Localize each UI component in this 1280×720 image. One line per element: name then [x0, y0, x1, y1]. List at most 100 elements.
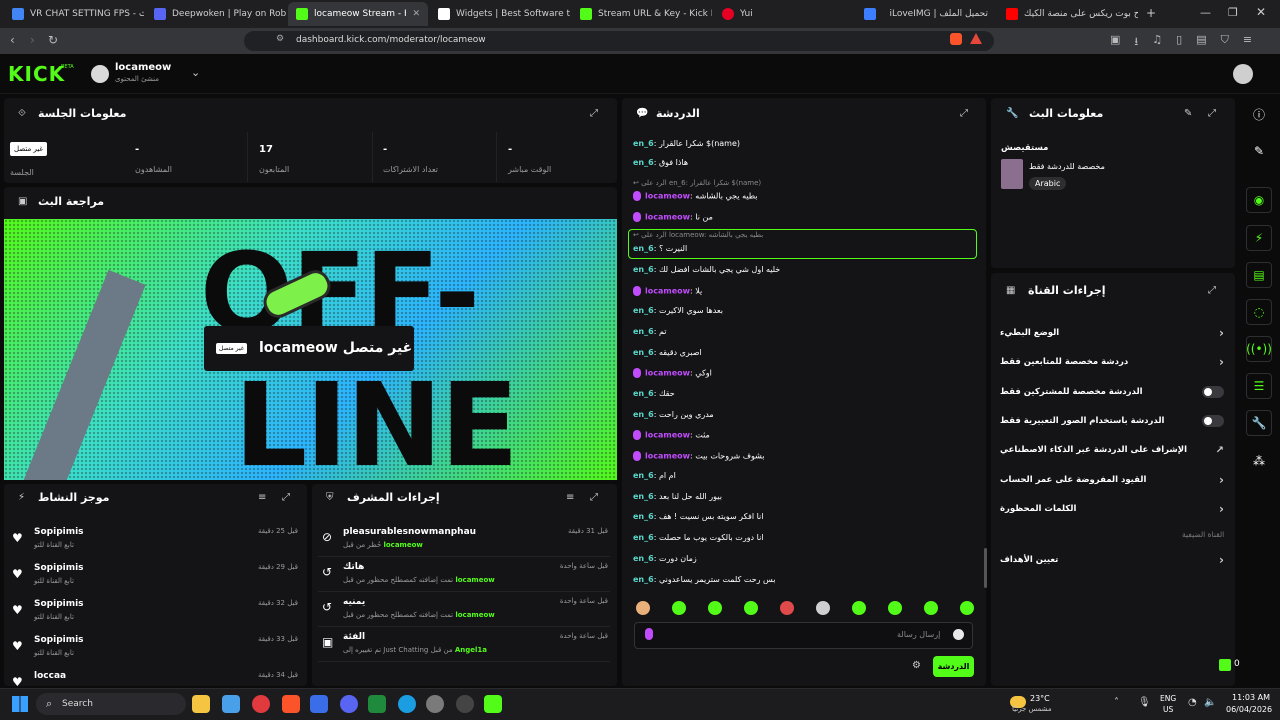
host-row[interactable]: › تعيين الأهداف — [1000, 550, 1224, 570]
reload-icon[interactable]: ↻ — [48, 33, 58, 47]
activity-item[interactable]: ♥ Sopipimis تابع القناة للتو قبل 33 دقيقة — [10, 635, 300, 665]
record-app-icon[interactable] — [252, 695, 270, 713]
emote-happy-icon[interactable] — [960, 601, 974, 615]
chat-username[interactable]: en_6 — [633, 139, 654, 148]
tab-search-icon[interactable]: ▣ — [1110, 33, 1120, 52]
chevron-down-icon[interactable]: ⌄ — [191, 66, 200, 79]
toggle-switch[interactable] — [1202, 385, 1224, 398]
browser-tab[interactable]: iLoveIMG | تحميل الملف — [856, 2, 996, 26]
filter-icon[interactable]: ≡ — [566, 492, 574, 503]
send-chat-button[interactable]: الدردشة — [933, 656, 974, 677]
modaction-item[interactable]: ↺ هاتك تمت إضافته كمصطلح محظور من قبل loca… — [318, 562, 610, 592]
wallet-icon[interactable]: ▤ — [1196, 33, 1206, 52]
chevron-up-icon[interactable]: ˄ — [1114, 697, 1119, 708]
camera-icon[interactable]: ◉ — [1246, 187, 1272, 213]
channel-action-row[interactable]: › دردشة مخصصة للمتابعين فقط — [1000, 352, 1224, 372]
browser-tab[interactable]: Yui — [714, 2, 854, 26]
chat-username[interactable]: en_6 — [633, 410, 654, 419]
forward-icon[interactable]: › — [30, 33, 35, 47]
chat-message[interactable]: en_6: بيور الله حل لنا بعد — [633, 492, 978, 501]
settings-icon[interactable] — [426, 695, 444, 713]
chat-username[interactable]: locameow — [645, 452, 690, 461]
modaction-user[interactable]: locameow — [383, 541, 422, 549]
activity-item[interactable]: ♥ Sopipimis تابع القناة للتو قبل 32 دقيقة — [10, 599, 300, 629]
chat-username[interactable]: en_6 — [633, 265, 654, 274]
activity-item[interactable]: ♥ Sopipimis تابع القناة للتو قبل 25 دقيقة — [10, 527, 300, 557]
chat-username[interactable]: en_6 — [633, 554, 654, 563]
chat-message[interactable]: locameow: بشوف شروحات بيت — [633, 451, 978, 461]
apps-icon[interactable]: ⁂ — [1246, 448, 1272, 474]
chat-message[interactable]: en_6: تم — [633, 327, 978, 336]
emote-angry-icon[interactable] — [780, 601, 794, 615]
modaction-user[interactable]: locameow — [455, 576, 494, 584]
chat-username[interactable]: locameow — [645, 287, 690, 296]
browser-tab[interactable]: شرح بوت ريكس على منصة الكيك — [998, 2, 1138, 26]
chat-username[interactable]: locameow — [645, 369, 690, 378]
chat-username[interactable]: en_6 — [633, 471, 654, 480]
chat-message[interactable]: locameow: اوكي — [633, 368, 978, 378]
steam-icon[interactable] — [456, 695, 474, 713]
chat-message[interactable]: en_6: انا افكر سويته بس نسيت ! هف — [633, 512, 978, 521]
emote-hat-icon[interactable] — [708, 601, 722, 615]
chat-scrollbar[interactable] — [984, 548, 987, 588]
expand-icon[interactable]: ⤢ — [960, 108, 968, 119]
modaction-user[interactable]: locameow — [455, 611, 494, 619]
chat-message[interactable]: en_6: ام ام — [633, 471, 978, 480]
tools-icon[interactable]: 🔧 — [1246, 410, 1272, 436]
app-icon[interactable] — [310, 695, 328, 713]
chat-username[interactable]: en_6 — [633, 306, 654, 315]
vpn-icon[interactable]: ⛉ — [1221, 33, 1229, 52]
new-tab-icon[interactable]: + — [1146, 6, 1156, 20]
chat-username[interactable]: locameow — [645, 431, 690, 440]
chat-message[interactable]: locameow: من نا — [633, 212, 978, 222]
kick-logo[interactable]: KICK — [8, 62, 65, 86]
file-explorer-icon[interactable] — [192, 695, 210, 713]
edit-icon[interactable]: ✎ — [1246, 138, 1272, 164]
modaction-item[interactable]: ↺ يمنيه تمت إضافته كمصطلح محظور من قبل loc… — [318, 597, 610, 627]
url-text[interactable]: dashboard.kick.com/moderator/locameow — [296, 35, 486, 45]
edit-pencil-icon[interactable]: ✎ — [1184, 108, 1192, 119]
emote-wave-icon[interactable] — [888, 601, 902, 615]
modaction-item[interactable]: ▣ الفئة تم تغييره إلى Just Chatting من قبل… — [318, 632, 610, 662]
chat-message[interactable]: locameow: مثت — [633, 430, 978, 440]
chat-message[interactable]: en_6: حقك — [633, 389, 978, 398]
chat-username[interactable]: locameow — [645, 213, 690, 222]
back-icon[interactable]: ‹ — [10, 33, 15, 47]
emote-robot-icon[interactable] — [816, 601, 830, 615]
chat-message[interactable]: en_6: انا دورت بالكوت يوب ما حصلت — [633, 533, 978, 542]
emote-smile-icon[interactable] — [852, 601, 866, 615]
menu-icon[interactable]: ≡ — [1243, 33, 1252, 52]
expand-icon[interactable]: ⤢ — [590, 108, 598, 119]
chat-message[interactable]: locameow: بطيه يجي بالشاشه — [633, 191, 978, 201]
download-icon[interactable]: ⭳ — [1134, 33, 1138, 52]
chat-icon[interactable]: ◌ — [1246, 299, 1272, 325]
edge-icon[interactable] — [398, 695, 416, 713]
close-tab-icon[interactable]: ✕ — [412, 9, 420, 19]
taskbar-search[interactable] — [36, 693, 186, 715]
chat-username[interactable]: en_6 — [633, 533, 654, 542]
modaction-user[interactable]: Angel1a — [455, 646, 487, 654]
wifi-icon[interactable]: ◔ — [1188, 697, 1197, 708]
discord-icon[interactable] — [340, 695, 358, 713]
chat-message[interactable]: en_6: النيرت ؟ — [633, 244, 978, 253]
chat-message[interactable]: en_6: اصبري دقيقه — [633, 348, 978, 357]
chat-username[interactable]: en_6 — [633, 158, 654, 167]
expand-icon[interactable]: ⤢ — [1208, 108, 1216, 119]
browser-tab[interactable]: Deepwoken | Play on Roblox — [146, 2, 286, 26]
chat-username[interactable]: en_6 — [633, 244, 654, 253]
lang-bottom[interactable]: US — [1163, 705, 1173, 714]
clock-time[interactable]: 11:03 AM — [1232, 693, 1270, 702]
browser-tab[interactable]: VR CHAT SETTING FPS - بحث G — [4, 2, 144, 26]
brave-shield-icon[interactable] — [950, 33, 962, 45]
chat-message[interactable]: locameow: يلا — [633, 286, 978, 296]
chat-reply-context[interactable]: ↩ الرد على en_6: شكرا عالقرار $(name) — [633, 179, 978, 187]
chat-message[interactable]: en_6: مدري وين راحت — [633, 410, 978, 419]
broadcast-icon[interactable]: ((•)) — [1246, 336, 1272, 362]
chat-username[interactable]: en_6 — [633, 389, 654, 398]
excel-icon[interactable] — [368, 695, 386, 713]
channel-action-row[interactable]: ↗ الإشراف على الدردشة عبر الذكاء الاصطناع… — [1000, 440, 1224, 460]
toggle-switch[interactable] — [1202, 414, 1224, 427]
photos-icon[interactable] — [222, 695, 240, 713]
settings-gear-icon[interactable]: ⚙ — [912, 660, 921, 671]
brave-rewards-icon[interactable] — [970, 33, 982, 44]
